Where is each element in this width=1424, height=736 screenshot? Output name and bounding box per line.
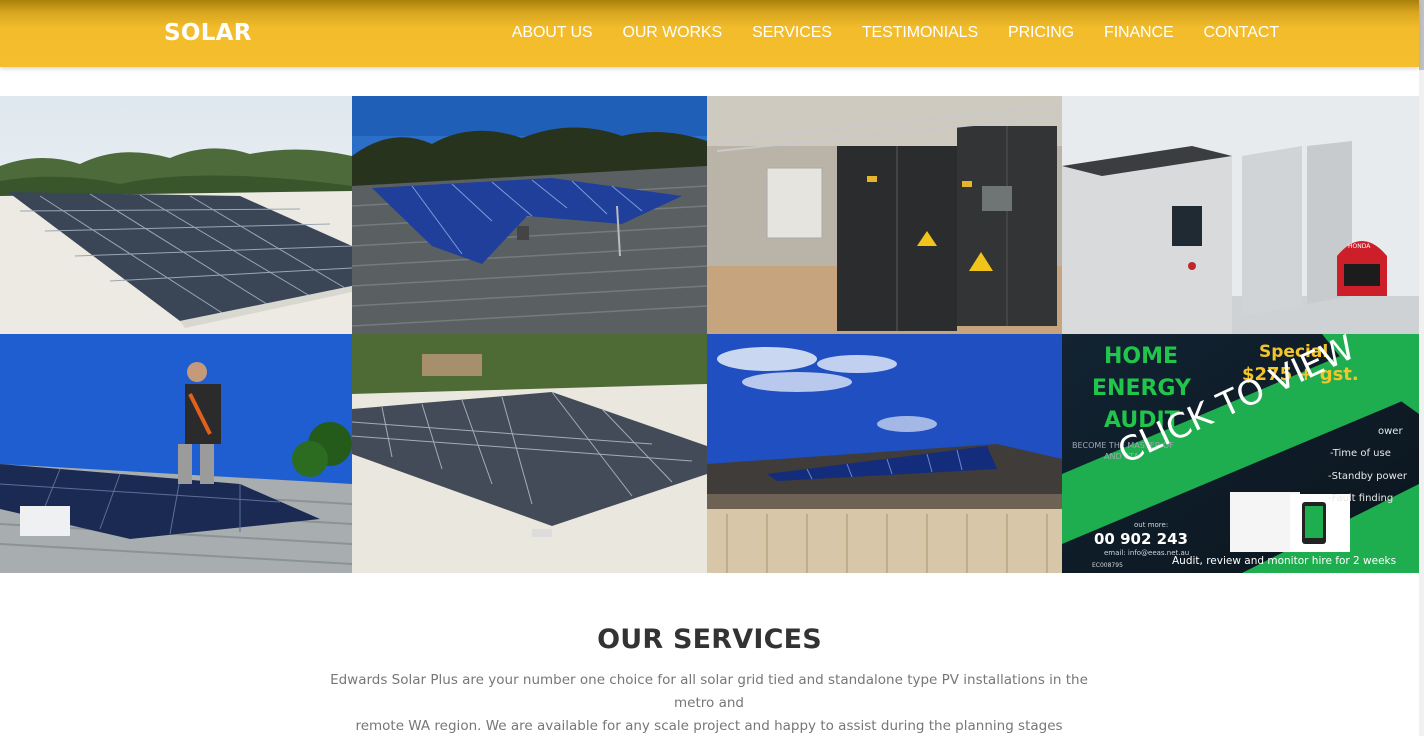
promo-bullet-standby: -Standby power <box>1328 471 1408 482</box>
gallery-photo-house-panels[interactable] <box>707 334 1062 573</box>
services-heading: OUR SERVICES <box>597 624 822 655</box>
top-navbar: SOLAR ABOUT US OUR WORKS SERVICES TESTIM… <box>0 0 1419 67</box>
nav-services[interactable]: SERVICES <box>752 24 832 42</box>
promo-title-energy: ENERGY <box>1092 376 1191 401</box>
gallery-photo-battery-room[interactable]: HONDA <box>1062 96 1419 334</box>
services-description: Edwards Solar Plus are your number one c… <box>310 669 1108 736</box>
photo-battery-room: HONDA <box>1062 96 1419 334</box>
nav-pricing[interactable]: PRICING <box>1008 24 1074 42</box>
photo-roof-panels-2 <box>352 96 707 334</box>
gallery-photo-roof-panels-1[interactable] <box>0 96 352 334</box>
page-scrollbar[interactable] <box>1419 0 1424 736</box>
promo-phone: 00 902 243 <box>1094 530 1188 548</box>
gallery-photo-roof-panels-3[interactable] <box>352 334 707 573</box>
promo-title-home: HOME <box>1104 344 1179 369</box>
photo-roof-panels-3 <box>352 334 707 573</box>
main-nav: ABOUT US OUR WORKS SERVICES TESTIMONIALS… <box>482 24 1279 42</box>
promo-bullet-fault: -Fault finding <box>1328 493 1394 504</box>
photo-inverter-room <box>707 96 1062 334</box>
nav-testimonials[interactable]: TESTIMONIALS <box>862 24 978 42</box>
nav-finance[interactable]: FINANCE <box>1104 24 1174 42</box>
gallery-photo-roof-panels-2[interactable] <box>352 96 707 334</box>
photo-installer <box>0 334 352 573</box>
nav-about-us[interactable]: ABOUT US <box>512 24 593 42</box>
promo-bullet-power: ower <box>1378 426 1403 437</box>
promo-bullet-time-of-use: -Time of use <box>1330 448 1391 459</box>
photo-house-panels <box>707 334 1062 573</box>
promo-license: EC008795 <box>1092 562 1123 569</box>
nav-our-works[interactable]: OUR WORKS <box>623 24 723 42</box>
site-logo[interactable]: SOLAR <box>164 20 252 46</box>
photo-roof-panels-1 <box>0 96 352 334</box>
home-energy-audit-promo[interactable]: HOME ENERGY AUDIT Special $275 + gst. BE… <box>1062 334 1419 573</box>
nav-contact[interactable]: CONTACT <box>1204 24 1280 42</box>
works-gallery: HONDA HOME ENERGY AUDIT Special $275 + g… <box>0 96 1419 573</box>
generator-brand: HONDA <box>1348 243 1371 250</box>
services-description-line-1: Edwards Solar Plus are your number one c… <box>330 672 1088 711</box>
promo-footer: Audit, review and monitor hire for 2 wee… <box>1172 555 1397 567</box>
promo-find-out-more: out more: <box>1134 521 1169 529</box>
gallery-photo-inverter-room[interactable] <box>707 96 1062 334</box>
gallery-photo-installer[interactable] <box>0 334 352 573</box>
services-description-line-2: remote WA region. We are available for a… <box>355 718 1063 734</box>
scrollbar-thumb[interactable] <box>1419 0 1424 70</box>
